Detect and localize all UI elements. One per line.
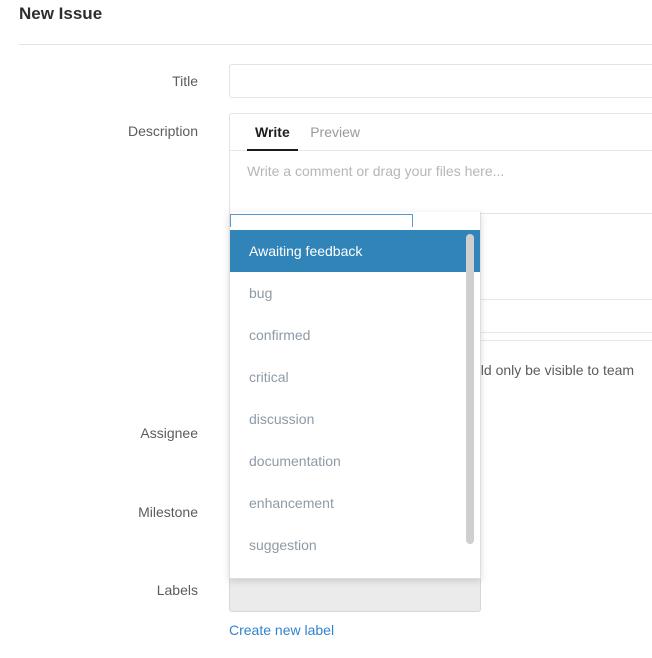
title-divider: [19, 44, 652, 45]
labels-dropdown-option[interactable]: suggestion: [230, 524, 480, 566]
labels-dropdown-option[interactable]: confirmed: [230, 314, 480, 356]
labels-dropdown-option[interactable]: critical: [230, 356, 480, 398]
markdown-write-area[interactable]: Write a comment or drag your files here.…: [230, 151, 652, 213]
labels-dropdown-option[interactable]: enhancement: [230, 482, 480, 524]
labels-dropdown-search-input[interactable]: [230, 214, 413, 227]
tab-write[interactable]: Write: [247, 114, 298, 150]
description-markdown-editor: Write Preview Write a comment or drag yo…: [229, 113, 652, 214]
milestone-field-label: Milestone: [8, 504, 198, 520]
page-title: New Issue: [19, 4, 102, 24]
assignee-field-label: Assignee: [8, 425, 198, 441]
labels-dropdown-option-list[interactable]: Awaiting feedbackbugconfirmedcriticaldis…: [230, 230, 480, 578]
labels-dropdown-option[interactable]: discussion: [230, 398, 480, 440]
labels-dropdown-option[interactable]: documentation: [230, 440, 480, 482]
title-input[interactable]: [229, 64, 652, 98]
markdown-placeholder: Write a comment or drag your files here.…: [247, 163, 504, 179]
confidential-hint-text: uld only be visible to team: [473, 362, 634, 378]
labels-dropdown: Awaiting feedbackbugconfirmedcriticaldis…: [229, 212, 481, 579]
description-field-label: Description: [8, 123, 198, 139]
labels-dropdown-option[interactable]: Awaiting feedback: [230, 230, 480, 272]
markdown-tab-bar: Write Preview: [230, 114, 652, 151]
dropdown-scrollbar-track[interactable]: [469, 232, 477, 576]
create-new-label-link[interactable]: Create new label: [229, 622, 334, 638]
labels-select-box[interactable]: [229, 577, 481, 612]
labels-field-label: Labels: [8, 582, 198, 598]
dropdown-scrollbar-thumb[interactable]: [466, 234, 474, 544]
labels-dropdown-option[interactable]: bug: [230, 272, 480, 314]
title-field-label: Title: [8, 73, 198, 89]
tab-preview[interactable]: Preview: [302, 114, 368, 150]
new-issue-page: New Issue Title Description Write Previe…: [0, 0, 652, 658]
